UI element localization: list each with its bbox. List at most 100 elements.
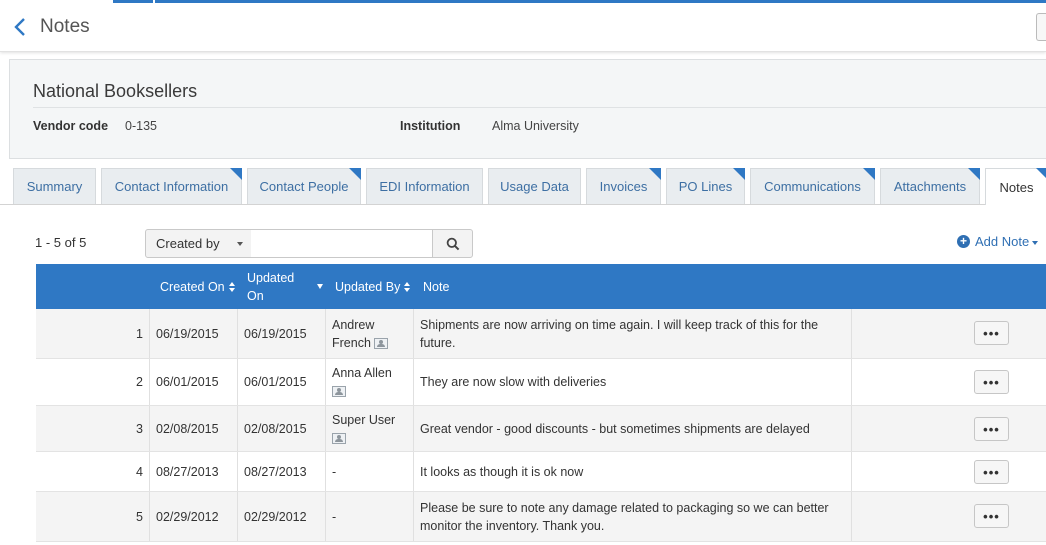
row-index: 4	[136, 464, 143, 479]
vendor-code-label: Vendor code	[33, 119, 109, 133]
tab-attachments[interactable]: Attachments	[880, 168, 980, 204]
note-line2: monitor the inventory. Thank you.	[420, 518, 605, 533]
created-on-cell: 06/01/2015	[156, 375, 219, 389]
sort-icon	[228, 281, 235, 292]
table-header: Created On Updated On Updated By Note	[36, 264, 1046, 309]
page-title: Notes	[40, 16, 90, 37]
contact-card-icon[interactable]	[332, 432, 346, 444]
note-line1: Shipments are now arriving on time again…	[420, 317, 819, 332]
updated-on-cell: 02/29/2012	[244, 509, 307, 524]
tab-label: Contact Information	[114, 179, 229, 194]
updated-by-cell: Anna Allen	[332, 359, 412, 405]
institution-label: Institution	[400, 119, 461, 133]
note-line2: future.	[420, 335, 456, 350]
corner-marker	[649, 168, 661, 180]
created-on-cell: 02/08/2015	[156, 421, 219, 436]
row-actions-button[interactable]: •••	[974, 504, 1009, 528]
note-cell: It looks as though it is ok now	[420, 452, 850, 491]
search-button[interactable]	[432, 229, 473, 258]
add-note-label: Add Note	[975, 234, 1030, 249]
column-label-line1: Updated	[247, 270, 295, 285]
search-field-select[interactable]: Created by	[145, 229, 252, 258]
updated-on-cell: 06/19/2015	[244, 326, 307, 341]
tab-edi-information[interactable]: EDI Information	[366, 168, 483, 204]
row-actions-button[interactable]: •••	[974, 370, 1009, 394]
updated-by-cell: -	[332, 464, 337, 479]
vendor-summary-card: National Booksellers Vendor code 0-135 I…	[9, 59, 1046, 159]
notes-table: Created On Updated On Updated By Note 1 …	[36, 264, 1046, 542]
corner-marker	[968, 168, 980, 180]
institution-value: Alma University	[492, 119, 579, 133]
created-on-cell: 02/29/2012	[156, 509, 219, 524]
tab-contact-information[interactable]: Contact Information	[101, 168, 242, 204]
table-row: 2 06/01/2015 06/01/2015 Anna Allen They …	[36, 359, 1046, 406]
tab-contact-people[interactable]: Contact People	[247, 168, 361, 204]
tab-po-lines[interactable]: PO Lines	[666, 168, 745, 204]
note-line1: They are now slow with deliveries	[420, 375, 607, 389]
row-actions-button[interactable]: •••	[974, 417, 1009, 441]
row-index: 1	[136, 326, 143, 341]
table-row: 3 02/08/2015 02/08/2015 Super User Great…	[36, 406, 1046, 452]
search-input[interactable]	[251, 229, 433, 258]
add-note-button[interactable]: + Add Note	[957, 234, 1039, 249]
tab-label: Invoices	[599, 179, 648, 194]
tab-bar: Summary Contact Information Contact Peop…	[0, 168, 1046, 205]
note-cell: Please be sure to note any damage relate…	[420, 492, 850, 541]
row-index: 2	[136, 375, 143, 389]
contact-card-icon[interactable]	[332, 386, 346, 398]
row-index: 3	[136, 421, 143, 436]
tab-notes[interactable]: Notes	[985, 168, 1046, 205]
tab-label: Contact People	[259, 179, 349, 194]
tab-usage-data[interactable]: Usage Data	[488, 168, 581, 204]
tab-communications[interactable]: Communications	[750, 168, 875, 204]
updated-by-cell: Andrew French	[332, 309, 412, 358]
tab-summary[interactable]: Summary	[13, 168, 96, 204]
tab-label: Communications	[764, 179, 861, 194]
tab-label: Notes	[999, 179, 1034, 195]
header-action-button[interactable]	[1036, 13, 1046, 41]
row-actions-button[interactable]: •••	[974, 460, 1009, 484]
corner-marker	[230, 168, 242, 180]
table-row: 5 02/29/2012 02/29/2012 - Please be sure…	[36, 492, 1046, 542]
column-header-note[interactable]: Note	[423, 264, 449, 309]
column-label: Updated By	[335, 279, 401, 294]
row-actions-button[interactable]: •••	[974, 321, 1009, 345]
user-name-line2: French	[332, 335, 371, 350]
column-header-updated-by[interactable]: Updated By	[335, 264, 411, 309]
tab-label: Attachments	[893, 179, 967, 194]
user-name-line1: Super User	[332, 412, 396, 427]
plus-circle-icon: +	[957, 235, 970, 248]
back-arrow-icon[interactable]	[12, 16, 30, 38]
tab-invoices[interactable]: Invoices	[586, 168, 661, 204]
sort-descending-icon[interactable]	[317, 264, 323, 309]
note-line1: Great vendor - good discounts - but some…	[420, 421, 810, 436]
contact-card-icon[interactable]	[373, 337, 388, 349]
updated-on-cell: 02/08/2015	[244, 421, 307, 436]
search-field-value: Created by	[156, 236, 220, 251]
page-header: Notes	[0, 0, 1046, 52]
note-cell: Shipments are now arriving on time again…	[420, 309, 850, 358]
search-icon	[446, 237, 459, 250]
corner-marker	[1036, 168, 1046, 180]
note-cell: They are now slow with deliveries	[420, 359, 850, 405]
result-count: 1 - 5 of 5	[35, 235, 87, 250]
corner-marker	[863, 168, 875, 180]
column-header-updated-on[interactable]: Updated On	[247, 264, 294, 309]
column-header-created-on[interactable]: Created On	[160, 264, 235, 309]
corner-marker	[733, 168, 745, 180]
note-line1: It looks as though it is ok now	[420, 464, 584, 479]
user-name-line1: Andrew	[332, 317, 375, 332]
corner-marker	[349, 168, 361, 180]
created-on-cell: 08/27/2013	[156, 464, 219, 479]
vendor-divider	[33, 107, 1046, 108]
table-row: 4 08/27/2013 08/27/2013 - It looks as th…	[36, 452, 1046, 492]
top-accent-bar-overlay	[113, 0, 1046, 3]
tab-label: Summary	[26, 179, 83, 194]
note-cell: Great vendor - good discounts - but some…	[420, 406, 850, 451]
column-label-line2: On	[247, 288, 264, 303]
user-name-line1: Anna Allen	[332, 366, 392, 380]
updated-on-cell: 08/27/2013	[244, 464, 307, 479]
top-accent-gap	[153, 0, 155, 3]
updated-on-cell: 06/01/2015	[244, 375, 307, 389]
column-label: Created On	[160, 279, 225, 294]
